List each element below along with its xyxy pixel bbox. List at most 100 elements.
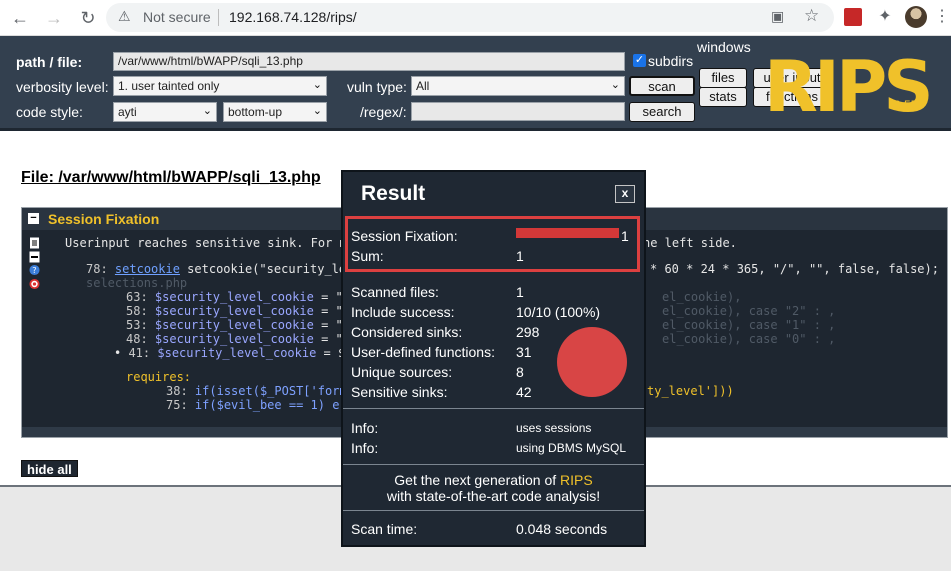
trace-line-tail: el_cookie), case "0" : , [662, 332, 836, 346]
user-functions-value: 31 [516, 344, 532, 360]
unique-sources-label: Unique sources: [351, 364, 453, 380]
scan-time-label: Scan time: [351, 521, 418, 537]
chevron-down-icon: ⌄ [202, 105, 212, 117]
promo-text: Get the next generation of [394, 472, 561, 488]
stats-button[interactable]: stats [699, 87, 747, 107]
require-line: 38: if(isset($_POST['form [166, 384, 347, 398]
profile-avatar[interactable] [905, 6, 927, 28]
line-number: 58: [126, 304, 148, 318]
vulnerability-title: Session Fixation [48, 211, 160, 227]
variable: $security_level_cookie [154, 318, 314, 332]
divider [343, 408, 644, 409]
browser-menu-icon[interactable]: ⋮ [934, 6, 950, 26]
extension-book-icon[interactable] [844, 8, 862, 26]
search-button[interactable]: search [629, 102, 695, 122]
sensitive-sinks-value: 42 [516, 384, 532, 400]
result-title: Result [361, 182, 426, 205]
line-number: 53: [126, 318, 148, 332]
file-icon[interactable] [29, 237, 40, 249]
require-line-tail: ty_level'])) [647, 384, 734, 398]
svg-text:?: ? [32, 265, 36, 275]
minimize-icon[interactable] [29, 251, 40, 263]
code-style-select[interactable]: ayti ⌄ [113, 102, 217, 122]
variable: $security_level_cookie [154, 332, 314, 346]
considered-sinks-label: Considered sinks: [351, 324, 463, 340]
vuln-type-select[interactable]: All ⌄ [411, 76, 625, 96]
info-label: Info: [351, 440, 379, 456]
rips-control-panel: path / file: /var/www/html/bWAPP/sqli_13… [0, 36, 951, 131]
session-fixation-value: 1 [621, 228, 629, 244]
chevron-down-icon: ⌄ [312, 79, 322, 91]
reload-icon[interactable]: ↻ [76, 6, 100, 30]
extensions-puzzle-icon[interactable]: ✦ [876, 8, 894, 26]
divider [343, 464, 644, 465]
rips-version: 0.55 [894, 98, 918, 112]
regex-label: /regex/: [360, 104, 407, 120]
highlight-box [345, 216, 640, 272]
user-functions-label: User-defined functions: [351, 344, 495, 360]
trace-line: 58: $security_level_cookie = " [126, 304, 343, 318]
path-input[interactable]: /var/www/html/bWAPP/sqli_13.php [113, 52, 625, 71]
trace-line-tail: el_cookie), [662, 290, 742, 304]
order-select[interactable]: bottom-up ⌄ [223, 102, 327, 122]
chevron-down-icon: ⌄ [312, 105, 322, 117]
code-style-label: code style: [16, 104, 83, 120]
code-style-value: ayti [118, 105, 137, 119]
collapse-icon[interactable]: − [28, 213, 39, 224]
translate-icon[interactable]: ▣ [771, 8, 784, 25]
trace-line: 53: $security_level_cookie = " [126, 318, 343, 332]
target-icon[interactable] [29, 278, 40, 290]
subdirs-label: subdirs [648, 53, 694, 69]
hide-all-button[interactable]: hide all [21, 460, 78, 477]
result-dialog: Result x Session Fixation: 1 Sum: 1 Scan… [341, 170, 646, 547]
address-bar[interactable]: ⚠ Not secure 192.168.74.128/rips/ ▣ ☆ [106, 3, 834, 32]
promo-line: Get the next generation of RIPS [343, 472, 644, 488]
line-number: 63: [126, 290, 148, 304]
code-rest: = " [313, 304, 343, 318]
divider [343, 510, 644, 511]
regex-input[interactable] [411, 102, 625, 121]
line-number: 38: [166, 384, 188, 398]
back-icon[interactable]: ← [8, 6, 32, 30]
require-code: if(isset($_POST['form [194, 384, 347, 398]
sum-label: Sum: [351, 248, 384, 264]
include-success-value: 10/10 (100%) [516, 304, 601, 320]
verbosity-select[interactable]: 1. user tainted only ⌄ [113, 76, 327, 96]
promo-line: with state-of-the-art code analysis! [386, 488, 601, 504]
session-fixation-bar [516, 228, 619, 238]
forward-icon[interactable]: → [42, 6, 66, 30]
verbosity-label: verbosity level: [16, 79, 109, 95]
browser-toolbar: ← → ↻ ⚠ Not secure 192.168.74.128/rips/ … [0, 0, 951, 36]
files-button[interactable]: files [699, 68, 747, 88]
subdirs-checkbox[interactable]: ✓ [633, 54, 646, 67]
variable: $security_level_cookie [154, 304, 314, 318]
trace-line-tail: el_cookie), case "2" : , [662, 304, 836, 318]
rips-link[interactable]: RIPS [560, 472, 593, 488]
divider [218, 9, 219, 26]
variable: $security_level_cookie [154, 290, 314, 304]
help-icon[interactable]: ? [29, 264, 40, 276]
setcookie-link[interactable]: setcookie [115, 262, 180, 276]
require-line: 75: if($evil_bee == 1) e [166, 398, 339, 412]
verbosity-value: 1. user tainted only [118, 79, 220, 93]
scan-button[interactable]: scan [629, 76, 695, 96]
scanned-files-value: 1 [516, 284, 524, 300]
line-number: 78: [86, 262, 108, 276]
requires-label: requires: [126, 370, 192, 384]
scanned-files-label: Scanned files: [351, 284, 439, 300]
sink-line-78: 78: setcookie setcookie("security_le [86, 262, 346, 276]
url-text[interactable]: 192.168.74.128/rips/ [229, 9, 357, 25]
line-number: 75: [166, 398, 188, 412]
rips-logo-text: RIPS [764, 46, 934, 128]
file-title[interactable]: File: /var/www/html/bWAPP/sqli_13.php [21, 169, 321, 187]
include-success-label: Include success: [351, 304, 455, 320]
order-value: bottom-up [228, 105, 283, 119]
warning-icon[interactable]: ⚠ [118, 8, 131, 25]
require-code: if($evil_bee == 1) e [194, 398, 340, 412]
bookmark-star-icon[interactable]: ☆ [804, 6, 819, 26]
close-button[interactable]: x [615, 185, 635, 203]
security-label[interactable]: Not secure [143, 9, 211, 25]
sensitive-sinks-label: Sensitive sinks: [351, 384, 448, 400]
info-value: using DBMS MySQL [516, 441, 627, 455]
chevron-down-icon: ⌄ [610, 79, 620, 91]
